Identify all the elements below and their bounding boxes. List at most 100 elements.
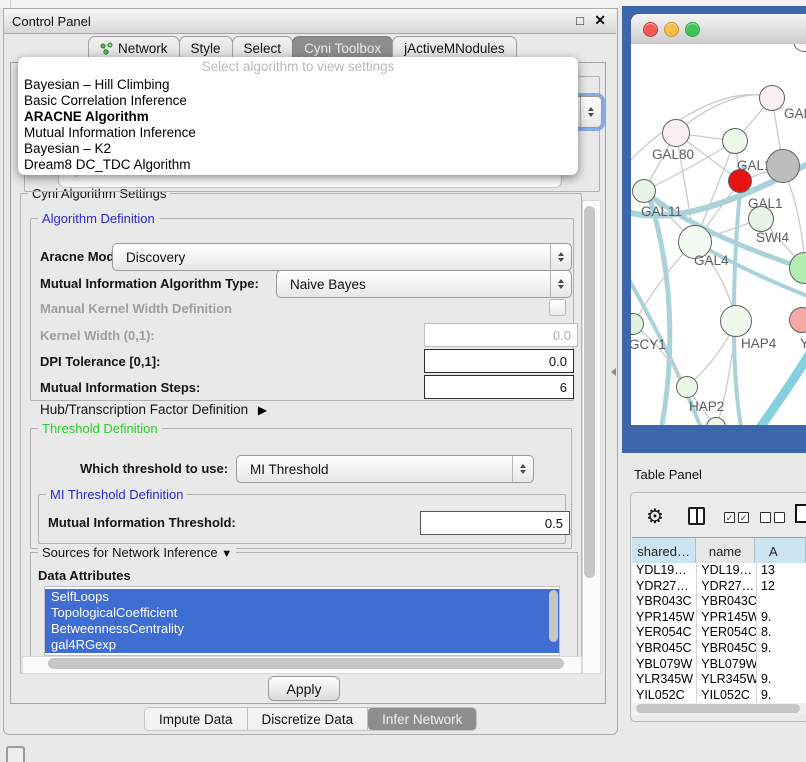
table-cell[interactable]: 9. [757, 610, 806, 626]
table-cell[interactable]: YBR045C [632, 641, 697, 657]
table-horizontal-scrollbar-thumb[interactable] [636, 704, 800, 713]
table-row[interactable]: YLR345WYLR345W9. [632, 672, 806, 688]
table-cell[interactable]: YER054C [697, 625, 757, 641]
algorithm-option-bayesian-k2[interactable]: Bayesian – K2 [18, 141, 578, 157]
table-cell[interactable]: YDR27… [697, 579, 757, 595]
table-cell[interactable]: YLR345W [632, 672, 697, 688]
table-row[interactable]: YBR043CYBR043C [632, 594, 806, 610]
hub-definition-expander[interactable]: Hub/Transcription Factor Definition ▶ [40, 402, 267, 417]
table-cell[interactable]: YIL052C [632, 688, 697, 703]
table-cell[interactable]: YBR043C [697, 594, 757, 610]
table-cell[interactable]: YPR145W [632, 610, 697, 626]
table-cell[interactable]: 13 [757, 563, 806, 579]
table-cell[interactable]: 8. [757, 625, 806, 641]
minimize-traffic-light-icon[interactable] [664, 22, 679, 37]
bottom-tab-infer-network[interactable]: Infer Network [368, 708, 476, 730]
attribute-item-betweennesscentrality[interactable]: BetweennessCentrality [45, 621, 559, 637]
dpi-tolerance-field[interactable]: 0.0 [424, 349, 574, 373]
collapse-down-icon[interactable]: ▼ [221, 548, 232, 560]
table-cell[interactable]: YDR27… [632, 579, 697, 595]
mi-algorithm-type-combobox[interactable]: Naive Bayes [276, 270, 572, 298]
network-edge-teal[interactable] [734, 166, 743, 425]
panel-collapse-arrow-icon[interactable] [611, 368, 616, 376]
table-row[interactable]: YBL079WYBL079W [632, 657, 806, 673]
table-row[interactable]: YIL052CYIL052C9. [632, 688, 806, 703]
network-node[interactable] [766, 149, 800, 183]
table-row[interactable]: YDR27…YDR27…12 [632, 579, 806, 595]
table-cell[interactable]: 9. [757, 672, 806, 688]
checked-pair-icon[interactable]: ✓ ✓ [724, 512, 749, 523]
column-header-name[interactable]: name [696, 538, 755, 564]
table-row[interactable]: YPR145WYPR145W9. [632, 610, 806, 626]
table-cell[interactable]: 9. [757, 688, 806, 703]
table-cell[interactable]: YER054C [632, 625, 697, 641]
data-attributes-scrollbar-thumb[interactable] [549, 590, 558, 642]
network-node-swi4[interactable] [748, 206, 774, 232]
network-window-titlebar[interactable] [631, 14, 806, 45]
close-traffic-light-icon[interactable] [643, 22, 658, 37]
control-panel-title: Control Panel [4, 14, 91, 29]
bottom-tabs: Impute DataDiscretize DataInfer Network [144, 707, 477, 731]
network-node-gal80[interactable] [662, 119, 690, 147]
zoom-traffic-light-icon[interactable] [685, 22, 700, 37]
mi-steps-field[interactable]: 6 [424, 375, 574, 399]
table-cell[interactable] [757, 594, 806, 610]
network-node-gal10[interactable] [722, 128, 748, 154]
float-window-icon[interactable]: □ [576, 13, 584, 28]
table-row[interactable]: YDL19…YDL19…13 [632, 563, 806, 579]
table-cell[interactable]: 9. [757, 641, 806, 657]
table-cell[interactable]: YPR145W [697, 610, 757, 626]
mi-threshold-value: 0.5 [545, 516, 563, 531]
table-cell[interactable]: YIL052C [697, 688, 757, 703]
table-cell[interactable] [757, 657, 806, 673]
expand-right-icon[interactable]: ▶ [252, 403, 267, 417]
data-attributes-list[interactable]: SelfLoopsTopologicalCoefficientBetweenne… [44, 586, 560, 656]
mi-threshold-field[interactable]: 0.5 [420, 511, 570, 535]
unchecked-pair-icon[interactable] [760, 512, 785, 523]
aracne-mode-value: Discovery [113, 250, 550, 265]
table-cell[interactable]: YDL19… [632, 563, 697, 579]
minimized-panel-icon[interactable] [6, 746, 25, 762]
bottom-tab-discretize-data[interactable]: Discretize Data [248, 708, 369, 730]
table-cell[interactable]: YBR043C [632, 594, 697, 610]
column-header-a[interactable]: A [755, 538, 806, 564]
close-icon[interactable]: ✕ [594, 12, 606, 29]
table-row[interactable]: YBR045CYBR045C9. [632, 641, 806, 657]
table-cell[interactable]: 12 [757, 579, 806, 595]
apply-button-label: Apply [286, 681, 321, 697]
settings-horizontal-scrollbar-thumb[interactable] [48, 658, 564, 669]
table-row[interactable]: YER054CYER054C8. [632, 625, 806, 641]
network-node-hap4[interactable] [720, 305, 752, 337]
algorithm-option-dream8-dc-tdc-algorithm[interactable]: Dream8 DC_TDC Algorithm [18, 157, 578, 173]
bottom-tab-impute-data[interactable]: Impute Data [145, 708, 248, 730]
network-node-gal11[interactable] [632, 179, 656, 203]
algorithm-option-basic-correlation-inference[interactable]: Basic Correlation Inference [18, 93, 578, 109]
algorithm-option-aracne-algorithm[interactable]: ARACNE Algorithm [18, 109, 578, 125]
table-cell[interactable]: YBR045C [697, 641, 757, 657]
manual-kernel-width-checkbox[interactable] [549, 299, 566, 316]
document-icon[interactable] [795, 504, 806, 523]
settings-vertical-scrollbar-thumb[interactable] [584, 206, 595, 578]
aracne-mode-combobox[interactable]: Discovery [112, 243, 572, 271]
network-node-gal[interactable] [759, 85, 785, 111]
column-header-shared-[interactable]: shared… [632, 538, 696, 564]
network-edge-teal[interactable] [649, 196, 670, 425]
attribute-item-gal4rgexp[interactable]: gal4RGexp [45, 637, 559, 653]
network-canvas[interactable]: GALGAL80GAL10GAL1GAL11SWI4GAL4GCY1HAP4YH… [631, 44, 806, 425]
table-cell[interactable]: YDL19… [697, 563, 757, 579]
table-cell[interactable]: YBL079W [632, 657, 697, 673]
kernel-width-field[interactable]: 0.0 [424, 323, 578, 347]
attribute-item-topologicalcoefficient[interactable]: TopologicalCoefficient [45, 605, 559, 621]
gear-icon[interactable]: ⚙ [646, 504, 664, 529]
algorithm-option-bayesian-hill-climbing[interactable]: Bayesian – Hill Climbing [18, 77, 578, 93]
network-node-hap2[interactable] [676, 376, 698, 398]
combo-stepper-icon [512, 456, 533, 482]
columns-icon[interactable] [688, 507, 705, 525]
which-threshold-combobox[interactable]: MI Threshold [236, 455, 534, 483]
network-node-gal1[interactable] [728, 169, 752, 193]
algorithm-option-mutual-information-inference[interactable]: Mutual Information Inference [18, 125, 578, 141]
table-cell[interactable]: YBL079W [697, 657, 757, 673]
table-cell[interactable]: YLR345W [697, 672, 757, 688]
apply-button[interactable]: Apply [268, 676, 340, 701]
attribute-item-selfloops[interactable]: SelfLoops [45, 589, 559, 605]
